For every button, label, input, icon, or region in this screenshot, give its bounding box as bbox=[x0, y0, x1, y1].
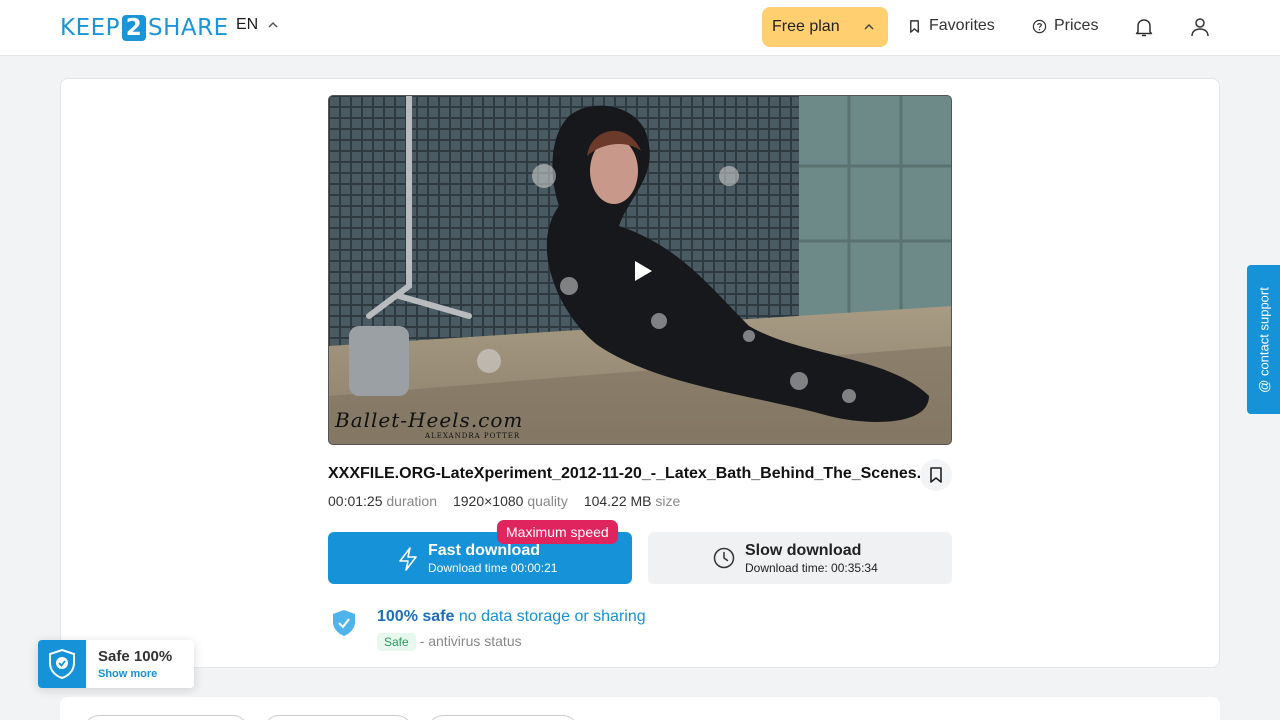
play-icon[interactable] bbox=[633, 260, 653, 282]
size-label: size bbox=[655, 493, 681, 509]
logo-text-right: SHARE bbox=[148, 15, 229, 41]
file-meta: 00:01:25 duration 1920×1080 quality 104.… bbox=[328, 493, 680, 509]
contact-support-label: @ contact support bbox=[1256, 286, 1271, 393]
prices-link[interactable]: Prices bbox=[1032, 17, 1098, 35]
top-header: KEEP 2 SHARE EN Free plan Favorites Pric… bbox=[0, 0, 1280, 56]
fast-download-time: Download time 00:00:21 bbox=[428, 561, 558, 575]
safe-widget-title: Safe 100% bbox=[98, 648, 173, 665]
user-icon[interactable] bbox=[1188, 15, 1212, 39]
plan-label: Free plan bbox=[772, 18, 840, 35]
video-preview[interactable]: Ballet-Heels.com ALEXANDRA POTTER bbox=[328, 95, 952, 445]
contact-support-tab[interactable]: @ contact support bbox=[1247, 265, 1280, 414]
plan-button[interactable]: Free plan bbox=[762, 7, 888, 47]
antivirus-status-badge: Safe bbox=[377, 633, 416, 651]
safe-widget[interactable]: Safe 100% Show more bbox=[38, 640, 194, 688]
safe-widget-icon-box bbox=[38, 640, 86, 688]
fast-download-title: Fast download bbox=[428, 542, 540, 559]
prices-label: Prices bbox=[1054, 17, 1099, 34]
shield-check-icon bbox=[49, 648, 75, 680]
duration-label: duration bbox=[386, 493, 437, 509]
logo-text-left: KEEP bbox=[60, 15, 121, 41]
antivirus-status-label: - antivirus status bbox=[419, 633, 522, 649]
safe-headline: 100% safe bbox=[377, 608, 455, 625]
bookmark-icon bbox=[910, 19, 919, 33]
filter-chip[interactable] bbox=[264, 715, 412, 720]
shield-check-icon bbox=[333, 610, 355, 636]
favorites-link[interactable]: Favorites bbox=[907, 17, 995, 35]
filter-chip[interactable] bbox=[428, 715, 578, 720]
slow-download-title: Slow download bbox=[745, 542, 862, 559]
filter-chip[interactable] bbox=[84, 715, 248, 720]
bottom-card bbox=[60, 697, 1220, 720]
lightning-icon bbox=[399, 547, 417, 571]
duration-value: 00:01:25 bbox=[328, 493, 383, 509]
add-favorite-button[interactable] bbox=[920, 459, 952, 491]
language-label: EN bbox=[236, 16, 259, 33]
size-value: 104.22 MB bbox=[583, 493, 652, 509]
quality-label: quality bbox=[527, 493, 568, 509]
quality-value: 1920×1080 bbox=[452, 493, 524, 509]
thumbnail-watermark: Ballet-Heels.com ALEXANDRA POTTER bbox=[335, 408, 524, 440]
language-selector[interactable]: EN bbox=[236, 16, 278, 34]
max-speed-badge: Maximum speed bbox=[497, 520, 618, 544]
slow-download-button[interactable]: Slow download Download time: 00:35:34 bbox=[648, 532, 952, 584]
logo-text-mid: 2 bbox=[122, 15, 147, 41]
logo[interactable]: KEEP 2 SHARE bbox=[60, 14, 229, 42]
safe-widget-show-more[interactable]: Show more bbox=[98, 668, 157, 680]
bookmark-icon bbox=[930, 467, 942, 483]
slow-download-time: Download time: 00:35:34 bbox=[745, 561, 878, 575]
safe-description: no data storage or sharing bbox=[458, 608, 646, 625]
question-circle-icon bbox=[1032, 19, 1047, 33]
file-name: XXXFILE.ORG-LateXperiment_2012-11-20_-_L… bbox=[328, 465, 920, 482]
clock-icon bbox=[713, 547, 735, 569]
chevron-up-icon bbox=[268, 21, 278, 28]
favorites-label: Favorites bbox=[929, 17, 995, 34]
chevron-up-icon bbox=[864, 23, 874, 30]
bell-icon[interactable] bbox=[1132, 15, 1156, 39]
